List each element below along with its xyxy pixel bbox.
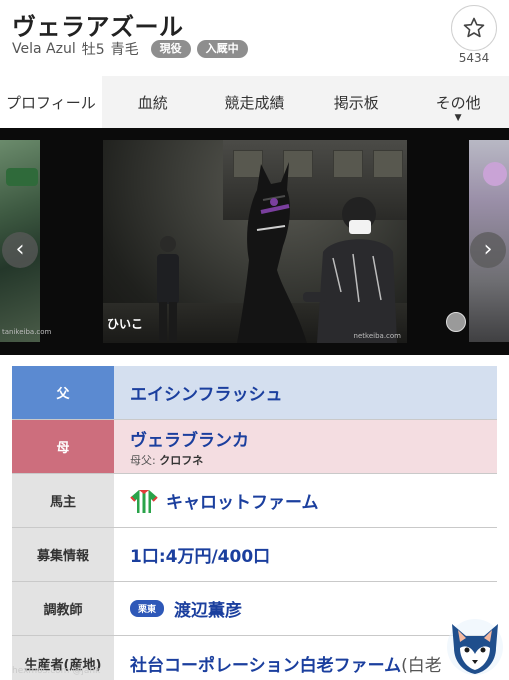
owner-link[interactable]: キャロットファーム (166, 488, 319, 513)
chevron-right-icon: › (483, 237, 493, 262)
tab-race-results-label: 競走成績 (224, 93, 285, 112)
tab-pedigree-label: 血統 (137, 93, 168, 112)
trainer-link[interactable]: 渡辺薫彦 (174, 596, 242, 621)
breeder-link[interactable]: 社台コーポレーション白老ファーム (130, 656, 401, 676)
handler-photo (303, 197, 397, 343)
row-mother: 母 ヴェラブランカ 母父: クロフネ (12, 420, 497, 474)
tab-profile[interactable]: プロフィール (0, 76, 102, 128)
tab-board[interactable]: 掲示板 (305, 76, 407, 128)
breeder-place: (白老 (401, 655, 442, 676)
favorite-count: 5434 (458, 51, 490, 65)
next-photo-credit (446, 312, 474, 332)
status-badge-stable: 入厩中 (196, 40, 248, 58)
caret-down-icon: ▼ (454, 113, 462, 123)
fox-mascot-icon (447, 619, 503, 675)
row-owner: 馬主 キャロットファーム (12, 474, 497, 528)
photo-detail (333, 150, 363, 178)
chevron-left-icon: ‹ (15, 237, 25, 262)
carousel-prev-button[interactable]: ‹ (2, 232, 38, 268)
row-father-label: 父 (12, 366, 114, 419)
photo-detail (483, 162, 507, 186)
tab-race-results[interactable]: 競走成績 (204, 76, 306, 128)
row-mother-label: 母 (12, 420, 114, 473)
status-badge-active: 現役 (150, 40, 191, 58)
carousel-next-button[interactable]: › (470, 232, 506, 268)
photo-watermark: netkeiba.com (353, 332, 401, 340)
sire-link[interactable]: エイシンフラッシュ (130, 380, 497, 405)
photo-slide-current[interactable]: ひいこ netkeiba.com (103, 140, 407, 343)
horse-subline: Vela Azul 牡5 青毛 現役 入厩中 (12, 39, 248, 59)
row-trainer-label: 調教師 (12, 582, 114, 635)
tab-board-label: 掲示板 (333, 93, 379, 112)
broodmare-sire-label: 母父: (130, 453, 156, 467)
horse-name: ヴェラアズール (12, 13, 184, 41)
trainer-region-badge: 栗東 (130, 600, 165, 617)
horse-sex-age: 牡5 (81, 42, 105, 58)
star-outline-icon (463, 17, 485, 38)
recruit-value: 1口:4万円/400口 (130, 547, 271, 567)
profile-table: 父 エイシンフラッシュ 母 ヴェラブランカ 母父: クロフネ 馬主 キャロットフ… (12, 366, 497, 680)
profile-tabs: プロフィール 血統 競走成績 掲示板 その他 ▼ (0, 76, 509, 128)
broodmare-sire: 母父: クロフネ (130, 452, 497, 468)
dam-link[interactable]: ヴェラブランカ (130, 426, 497, 451)
photo-watermark-left: tanikeiba.com (2, 328, 52, 336)
row-recruit: 募集情報 1口:4万円/400口 (12, 528, 497, 582)
credit-avatar (446, 312, 466, 332)
tab-profile-label: プロフィール (6, 93, 96, 112)
horse-english-name: Vela Azul (12, 41, 76, 57)
photo-detail (6, 168, 38, 186)
tab-other-label: その他 (435, 93, 481, 112)
footer-watermark: hexmos.com @jank (12, 666, 101, 676)
horse-header: ヴェラアズール Vela Azul 牡5 青毛 現役 入厩中 5434 (0, 0, 509, 76)
photo-credit: ひいこ (103, 313, 143, 333)
photo-bystander (157, 236, 179, 342)
tab-other[interactable]: その他 ▼ (407, 76, 509, 128)
jockey-silks-icon (130, 489, 158, 513)
photo-credit-name: ひいこ (107, 316, 144, 331)
row-owner-label: 馬主 (12, 474, 114, 527)
favorite-button[interactable] (451, 5, 497, 51)
tab-pedigree[interactable]: 血統 (102, 76, 204, 128)
row-father: 父 エイシンフラッシュ (12, 366, 497, 420)
photo-carousel[interactable]: tanikeiba.com ひいこ netkeiba.com ‹ › (0, 128, 509, 355)
row-recruit-label: 募集情報 (12, 528, 114, 581)
horse-coat: 青毛 (110, 42, 139, 58)
broodmare-sire-link[interactable]: クロフネ (159, 454, 203, 467)
row-trainer: 調教師 栗東 渡辺薫彦 (12, 582, 497, 636)
photo-detail (373, 150, 403, 178)
